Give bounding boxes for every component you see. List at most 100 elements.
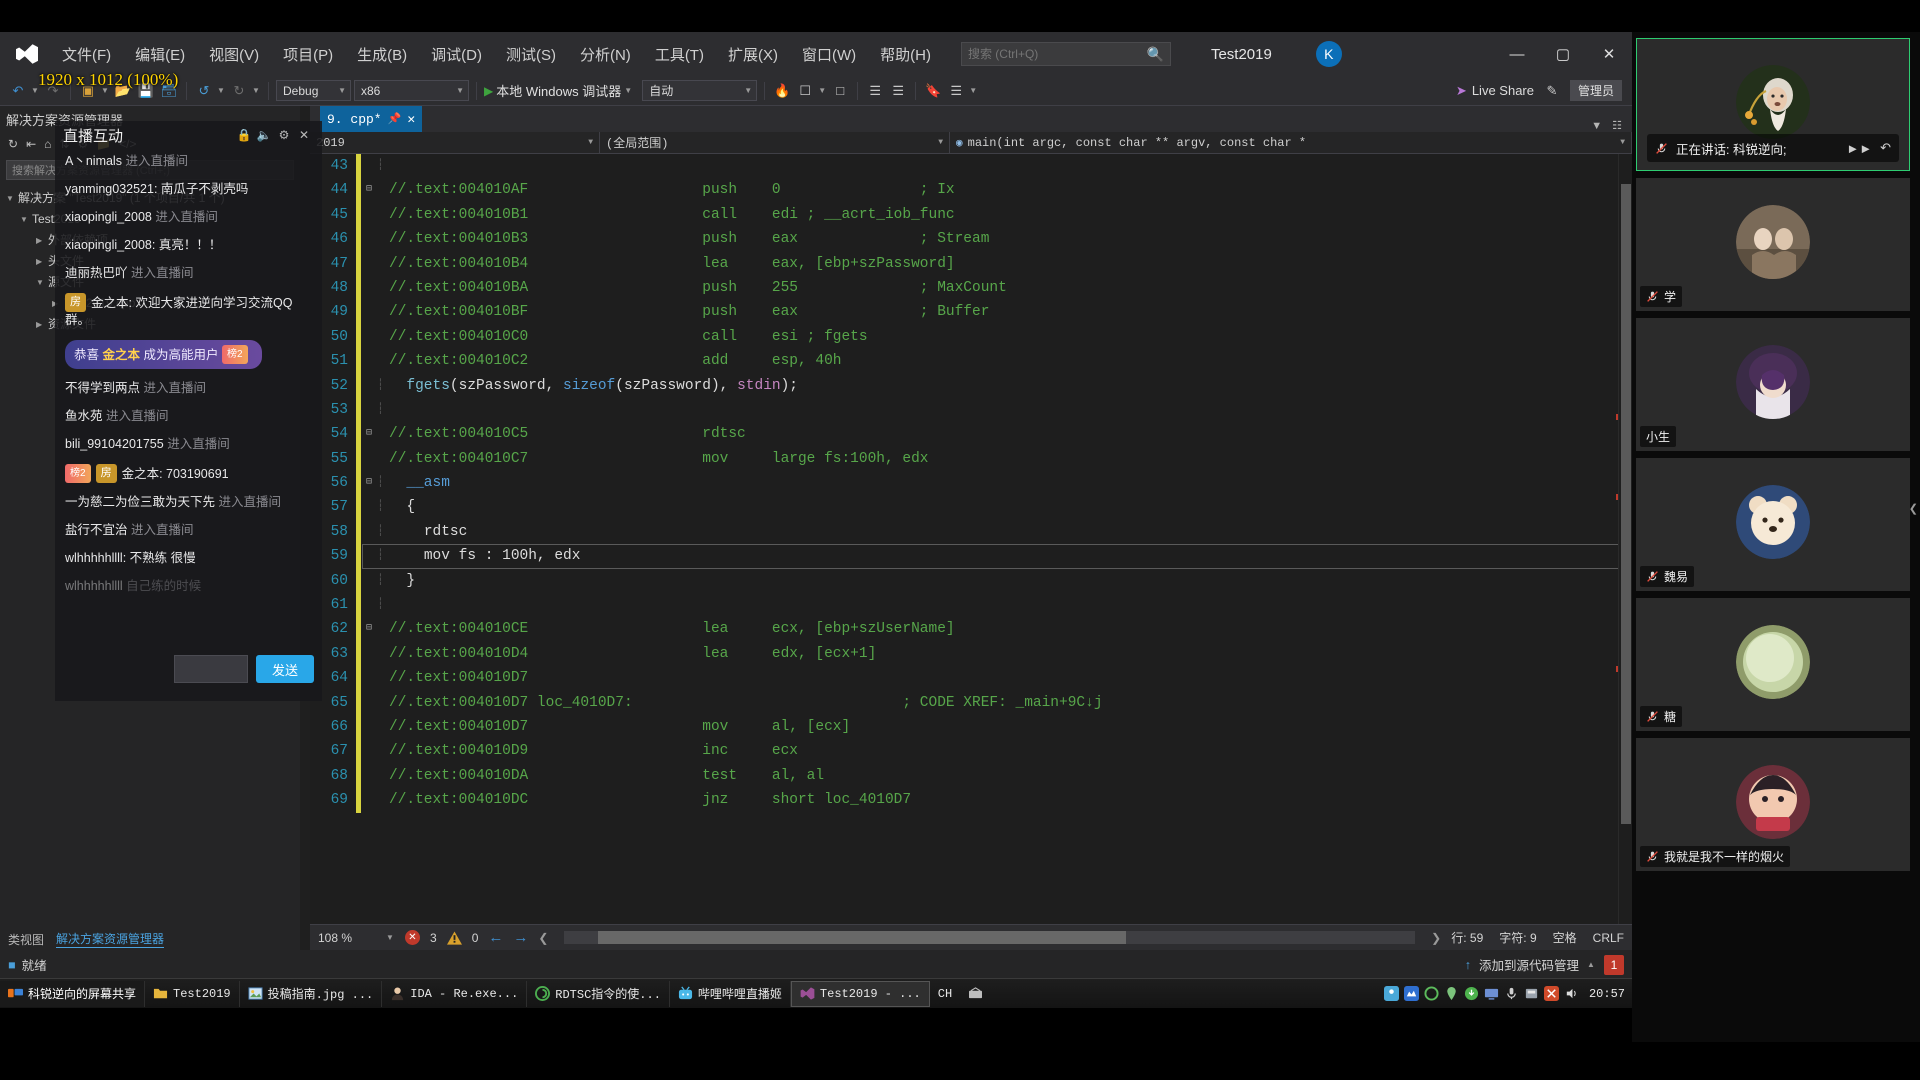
tray-location-icon[interactable] [1444,986,1459,1001]
chevron-down-icon[interactable]: ▼ [386,933,395,942]
collapse-all-icon[interactable]: ⇤ [26,137,36,151]
code-line[interactable]: 67 //.text:004010D9 inc ecx [310,739,1632,764]
video-tile[interactable]: 糖 [1636,598,1910,731]
bookmark-icon[interactable]: 🔖 [923,81,943,101]
taskbar-clock[interactable]: 20:57 [1589,987,1625,1001]
settings-icon[interactable]: ⚙ [274,125,294,145]
menu-window[interactable]: 窗口(W) [790,38,868,71]
menu-analyze[interactable]: 分析(N) [568,38,643,71]
code-line[interactable]: 46//.text:004010B3 push eax ; Stream [310,227,1632,252]
code-line[interactable]: 55//.text:004010C7 mov large fs:100h, ed… [310,446,1632,472]
code-line[interactable]: 56 ⊟ ┆ __asm [310,471,1632,496]
window-layout-icon[interactable]: ☐ [795,81,815,101]
code-line[interactable]: 57 ┆ { [310,495,1632,520]
tray-download-icon[interactable] [1464,986,1479,1001]
navigate-back-icon[interactable]: ↶ [8,81,28,101]
menu-project[interactable]: 项目(P) [271,38,345,71]
code-line[interactable]: 51//.text:004010C2 add esp, 40h [310,349,1632,374]
lock-icon[interactable]: 🔒 [234,125,254,145]
tray-mic-icon[interactable] [1504,986,1519,1001]
notification-badge[interactable]: 1 [1604,954,1624,975]
close-icon[interactable]: ✕ [294,125,314,145]
video-tile[interactable]: 魏易 [1636,458,1910,591]
code-line[interactable]: 48//.text:004010BA push 255 ; MaxCount [310,275,1632,301]
auto-combo[interactable]: 自动 ▼ [642,80,758,101]
list-dropdown-icon[interactable]: ▼ [969,86,978,95]
collapse-icon[interactable]: ⊟ [361,178,377,202]
upload-icon[interactable]: ↑ [1465,958,1471,972]
taskbar-item-test2019-folder[interactable]: Test2019 [145,980,240,1007]
code-line[interactable]: 49//.text:004010BF push eax ; Buffer [310,300,1632,325]
undo-dropdown-icon[interactable]: ▼ [217,86,226,95]
feedback-icon[interactable]: ✎ [1542,81,1562,101]
scope-combo[interactable]: (全局范围) ▼ [600,131,950,154]
hot-reload-icon[interactable]: 🔥 [772,81,792,101]
collapse-icon[interactable]: ⊟ [361,617,377,641]
tray-monitor-icon[interactable] [1484,986,1499,1001]
menu-help[interactable]: 帮助(H) [868,38,943,71]
uncomment-icon[interactable]: ☰ [888,81,908,101]
menu-extensions[interactable]: 扩展(X) [716,38,790,71]
prev-issue-icon[interactable]: ← [488,929,503,946]
project-combo[interactable]: 2019 ▼ [310,131,600,154]
code-line[interactable]: 45//.text:004010B1 call edi ; __acrt_iob… [310,202,1632,228]
code-line[interactable]: 61 ┆ [310,593,1632,618]
code-surface[interactable]: 43 ┆ 44 ⊟//.text:004010AF push 0 ; Ix 45//.t… [310,154,1632,924]
taskbar-item-bilibili[interactable]: 哔哩哔哩直播姬 [670,980,791,1007]
code-line[interactable]: 68 //.text:004010DA test al, al [310,763,1632,789]
tray-app2-icon[interactable] [1403,986,1419,1001]
code-line[interactable]: 66 //.text:004010D7 mov al, [ecx] [310,714,1632,740]
tray-storage-icon[interactable] [1524,986,1539,1001]
tray-app1-icon[interactable] [1383,986,1399,1001]
redo-icon[interactable]: ↻ [229,81,249,101]
menu-view[interactable]: 视图(V) [197,38,271,71]
collapse-icon[interactable]: ⊟ [361,471,377,495]
code-line[interactable]: 59 ┆ mov fs : 100h, edx [310,544,1632,569]
code-line[interactable]: 50//.text:004010C0 call esi ; fgets [310,324,1632,350]
refresh-icon[interactable]: ↻ [8,137,18,151]
volume-icon[interactable]: ►► [1846,141,1872,156]
code-line[interactable]: 58 ┆ rdtsc [310,519,1632,545]
menu-tools[interactable]: 工具(T) [643,38,716,71]
taskbar-item-screen-share[interactable]: 科锐逆向的屏幕共享 [0,980,146,1007]
layout-dropdown-icon[interactable]: ▼ [818,86,827,95]
next-issue-icon[interactable]: → [513,929,528,946]
tray-antivirus-icon[interactable] [1543,986,1559,1001]
platform-combo[interactable]: x86 ▼ [354,80,469,101]
horizontal-scrollbar[interactable] [564,931,1416,944]
line-ending-indicator[interactable]: CRLF [1593,931,1624,945]
tray-volume-icon[interactable] [1564,986,1579,1001]
list-icon[interactable]: ☰ [946,81,966,101]
taskbar-item-browser[interactable]: RDTSC指令的使... [527,980,670,1007]
tab-solution-explorer[interactable]: 解决方案资源管理器 [56,930,165,948]
code-line[interactable]: 53 ┆ [310,397,1632,423]
code-line[interactable]: 64//.text:004010D7 [310,666,1632,691]
close-tab-icon[interactable]: ✕ [407,112,415,127]
taskbar-item-visual-studio[interactable]: Test2019 - ... [790,980,930,1007]
source-control-label[interactable]: 添加到源代码管理 [1479,955,1579,974]
menu-edit[interactable]: 编辑(E) [123,38,197,71]
taskbar-item-ida[interactable]: IDA - Re.exe... [382,980,528,1007]
ime-toolbar-icon[interactable] [960,981,991,1007]
minimize-button[interactable]: — [1494,32,1540,76]
collapse-panel-icon[interactable]: ❮ [1909,502,1918,515]
debug-target-dropdown-icon[interactable]: ▼ [624,86,633,95]
build-configuration-combo[interactable]: Debug ▼ [276,80,351,101]
code-line[interactable]: 43 ┆ [310,154,1632,179]
taskbar-item-image[interactable]: 投稿指南.jpg ... [240,980,383,1007]
editor-vertical-scrollbar[interactable] [1618,154,1632,924]
chevron-down-icon[interactable]: ▼ [1591,120,1602,132]
code-line[interactable]: 47//.text:004010B4 lea eax, [ebp+szPassw… [310,251,1632,276]
close-button[interactable]: ✕ [1586,32,1632,76]
mute-icon[interactable]: 🔈 [254,125,274,145]
scrollbar-thumb[interactable] [1621,184,1631,824]
chevron-up-icon[interactable]: ▲ [1587,960,1596,969]
reply-icon[interactable]: ↶ [1880,140,1891,156]
split-view-icon[interactable]: ☷ [1612,119,1622,132]
account-avatar[interactable]: K [1315,41,1342,67]
menu-build[interactable]: 生成(B) [345,38,419,71]
menu-file[interactable]: 文件(F) [50,38,123,71]
code-line[interactable]: 52 ┆ fgets(szPassword, sizeof(szPassword)… [310,373,1632,398]
ime-indicator[interactable]: CH [930,981,960,1007]
tray-browser-icon[interactable] [1424,986,1439,1001]
